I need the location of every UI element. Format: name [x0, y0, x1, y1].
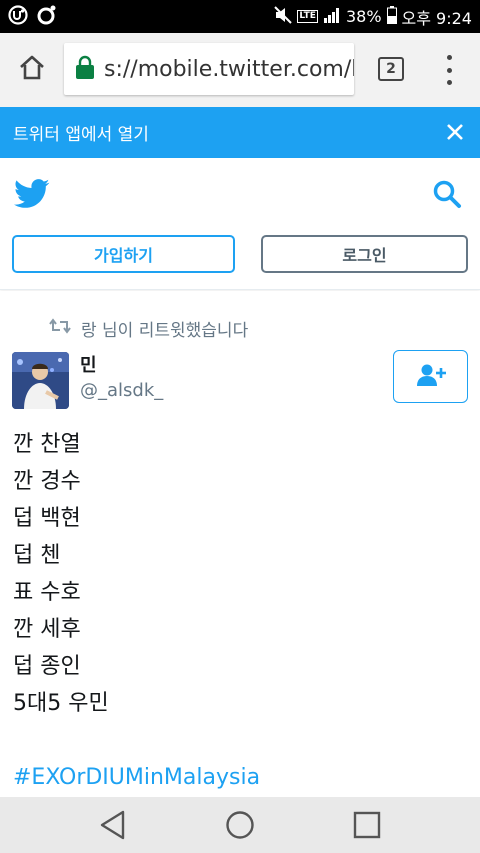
mute-icon: [274, 5, 293, 28]
tweet-line: 덥 백현: [13, 506, 81, 531]
back-icon[interactable]: [97, 809, 129, 841]
tweet-line: 덥 종인: [13, 654, 81, 679]
retweet-context-text: 랑 님이 리트윗했습니다: [81, 321, 249, 341]
battery-icon: [386, 5, 397, 28]
tweet-line: 덥 첸: [13, 543, 61, 568]
status-left: [8, 4, 58, 30]
home-circle-icon[interactable]: [224, 809, 256, 841]
search-icon[interactable]: [432, 179, 462, 213]
tweet-text: 깐 찬열 깐 경수 덥 백현 덥 첸 표 수호 깐 세후 덥 종인 5대5 우민…: [13, 426, 468, 796]
overflow-menu-icon[interactable]: [438, 55, 460, 85]
browser-home-button[interactable]: [0, 33, 64, 107]
tab-count: 2: [386, 61, 396, 77]
open-in-app-banner[interactable]: 트위터 앱에서 열기: [0, 107, 480, 158]
tweet-line: 깐 경수: [13, 469, 81, 494]
tab-switcher-button[interactable]: 2: [378, 57, 404, 81]
tweet-line: 깐 세후: [13, 617, 81, 642]
recents-icon[interactable]: [351, 809, 383, 841]
lte-icon: LTE: [297, 10, 318, 23]
browser-toolbar: s://mobile.twitter.com/k 2: [0, 33, 480, 107]
twitter-header: 가입하기 로그인: [0, 158, 480, 290]
ring-icon: [36, 4, 58, 30]
url-bar[interactable]: s://mobile.twitter.com/k: [64, 43, 354, 95]
system-nav-bar: [0, 797, 480, 853]
avatar[interactable]: [12, 352, 69, 409]
retweet-icon: [49, 318, 71, 339]
battery-percent: 38%: [345, 7, 382, 26]
tweet-spacer: [13, 722, 468, 759]
close-icon[interactable]: [444, 121, 466, 143]
twitter-bird-icon[interactable]: [14, 179, 50, 213]
follow-icon: [416, 363, 446, 391]
author-name[interactable]: 민: [80, 351, 97, 377]
signup-button[interactable]: 가입하기: [12, 235, 235, 273]
status-bar: LTE 38% 오후 9:24: [0, 0, 480, 33]
author-handle[interactable]: @_alsdk_: [80, 380, 163, 401]
tweet-card[interactable]: 랑 님이 리트윗했습니다 민 @_alsdk_ 깐 찬열 깐 경수 덥 백현 덥…: [0, 291, 480, 797]
tweet-line: 깐 찬열: [13, 432, 81, 457]
home-icon: [18, 54, 46, 86]
tweet-line: 표 수호: [13, 580, 81, 605]
follow-button[interactable]: [393, 350, 468, 403]
banner-text: 트위터 앱에서 열기: [13, 125, 149, 145]
lock-icon: [76, 55, 94, 83]
tweet-line: 5대5 우민: [13, 691, 109, 716]
hashtag-link[interactable]: #EXOrDIUMinMalaysia: [13, 759, 468, 796]
status-right: LTE 38% 오후 9:24: [274, 5, 472, 29]
uplus-icon: [8, 4, 28, 29]
clock: 오후 9:24: [401, 8, 472, 28]
url-text: s://mobile.twitter.com/k: [104, 56, 354, 82]
retweet-context: 랑 님이 리트윗했습니다: [49, 316, 248, 341]
login-button[interactable]: 로그인: [261, 235, 468, 273]
signal-icon: [323, 6, 341, 28]
